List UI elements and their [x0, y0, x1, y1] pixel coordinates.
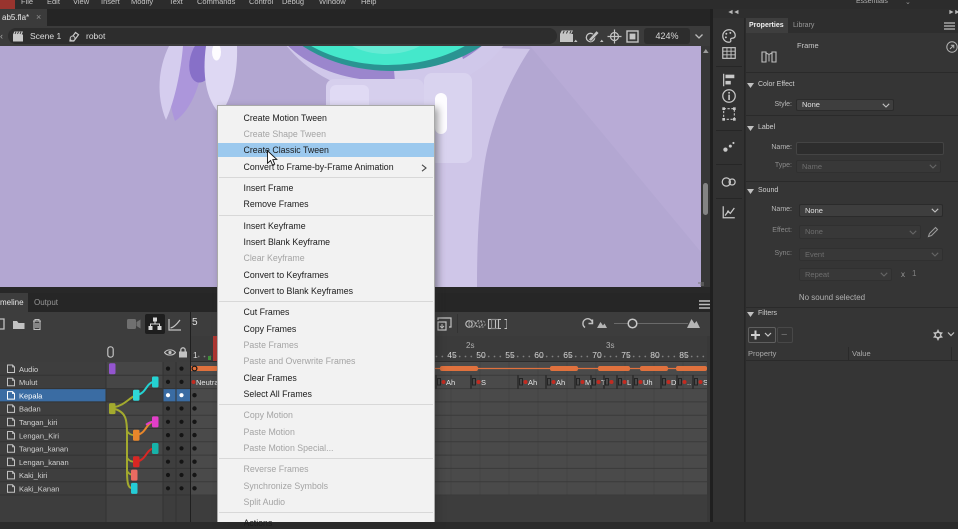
svg-text:..: ..	[687, 378, 691, 387]
svg-text:D: D	[671, 378, 677, 387]
svg-text:L: L	[627, 378, 631, 387]
svg-text:M: M	[585, 378, 591, 387]
svg-text:Badan: Badan	[19, 405, 41, 414]
svg-text:Lengan_Kiri: Lengan_Kiri	[19, 431, 59, 440]
svg-text:65: 65	[563, 350, 573, 360]
svg-text:Kaki_kiri: Kaki_kiri	[19, 471, 48, 480]
svg-text:55: 55	[505, 350, 515, 360]
svg-text:S: S	[481, 378, 486, 387]
svg-text:Ah: Ah	[446, 378, 455, 387]
svg-text:70: 70	[592, 350, 602, 360]
svg-text:3s: 3s	[606, 341, 614, 350]
svg-text:Tangan_kanan: Tangan_kanan	[19, 445, 68, 454]
svg-text:75: 75	[621, 350, 631, 360]
svg-text:45: 45	[447, 350, 457, 360]
svg-text:85: 85	[679, 350, 689, 360]
svg-text:Tangan_kiri: Tangan_kiri	[19, 418, 58, 427]
svg-text:Ah: Ah	[556, 378, 565, 387]
svg-text:1: 1	[193, 350, 198, 360]
svg-text:Kepala: Kepala	[19, 391, 43, 400]
svg-text:Kaki_Kanan: Kaki_Kanan	[19, 485, 59, 494]
svg-text:80: 80	[650, 350, 660, 360]
svg-text:50: 50	[476, 350, 486, 360]
svg-text:Mulut: Mulut	[19, 378, 38, 387]
svg-text:Lengan_kanan: Lengan_kanan	[19, 458, 69, 467]
svg-text:Ah: Ah	[528, 378, 537, 387]
svg-text:Uh: Uh	[643, 378, 653, 387]
svg-text:Audio: Audio	[19, 365, 38, 374]
svg-text:2s: 2s	[466, 341, 474, 350]
svg-text:60: 60	[534, 350, 544, 360]
